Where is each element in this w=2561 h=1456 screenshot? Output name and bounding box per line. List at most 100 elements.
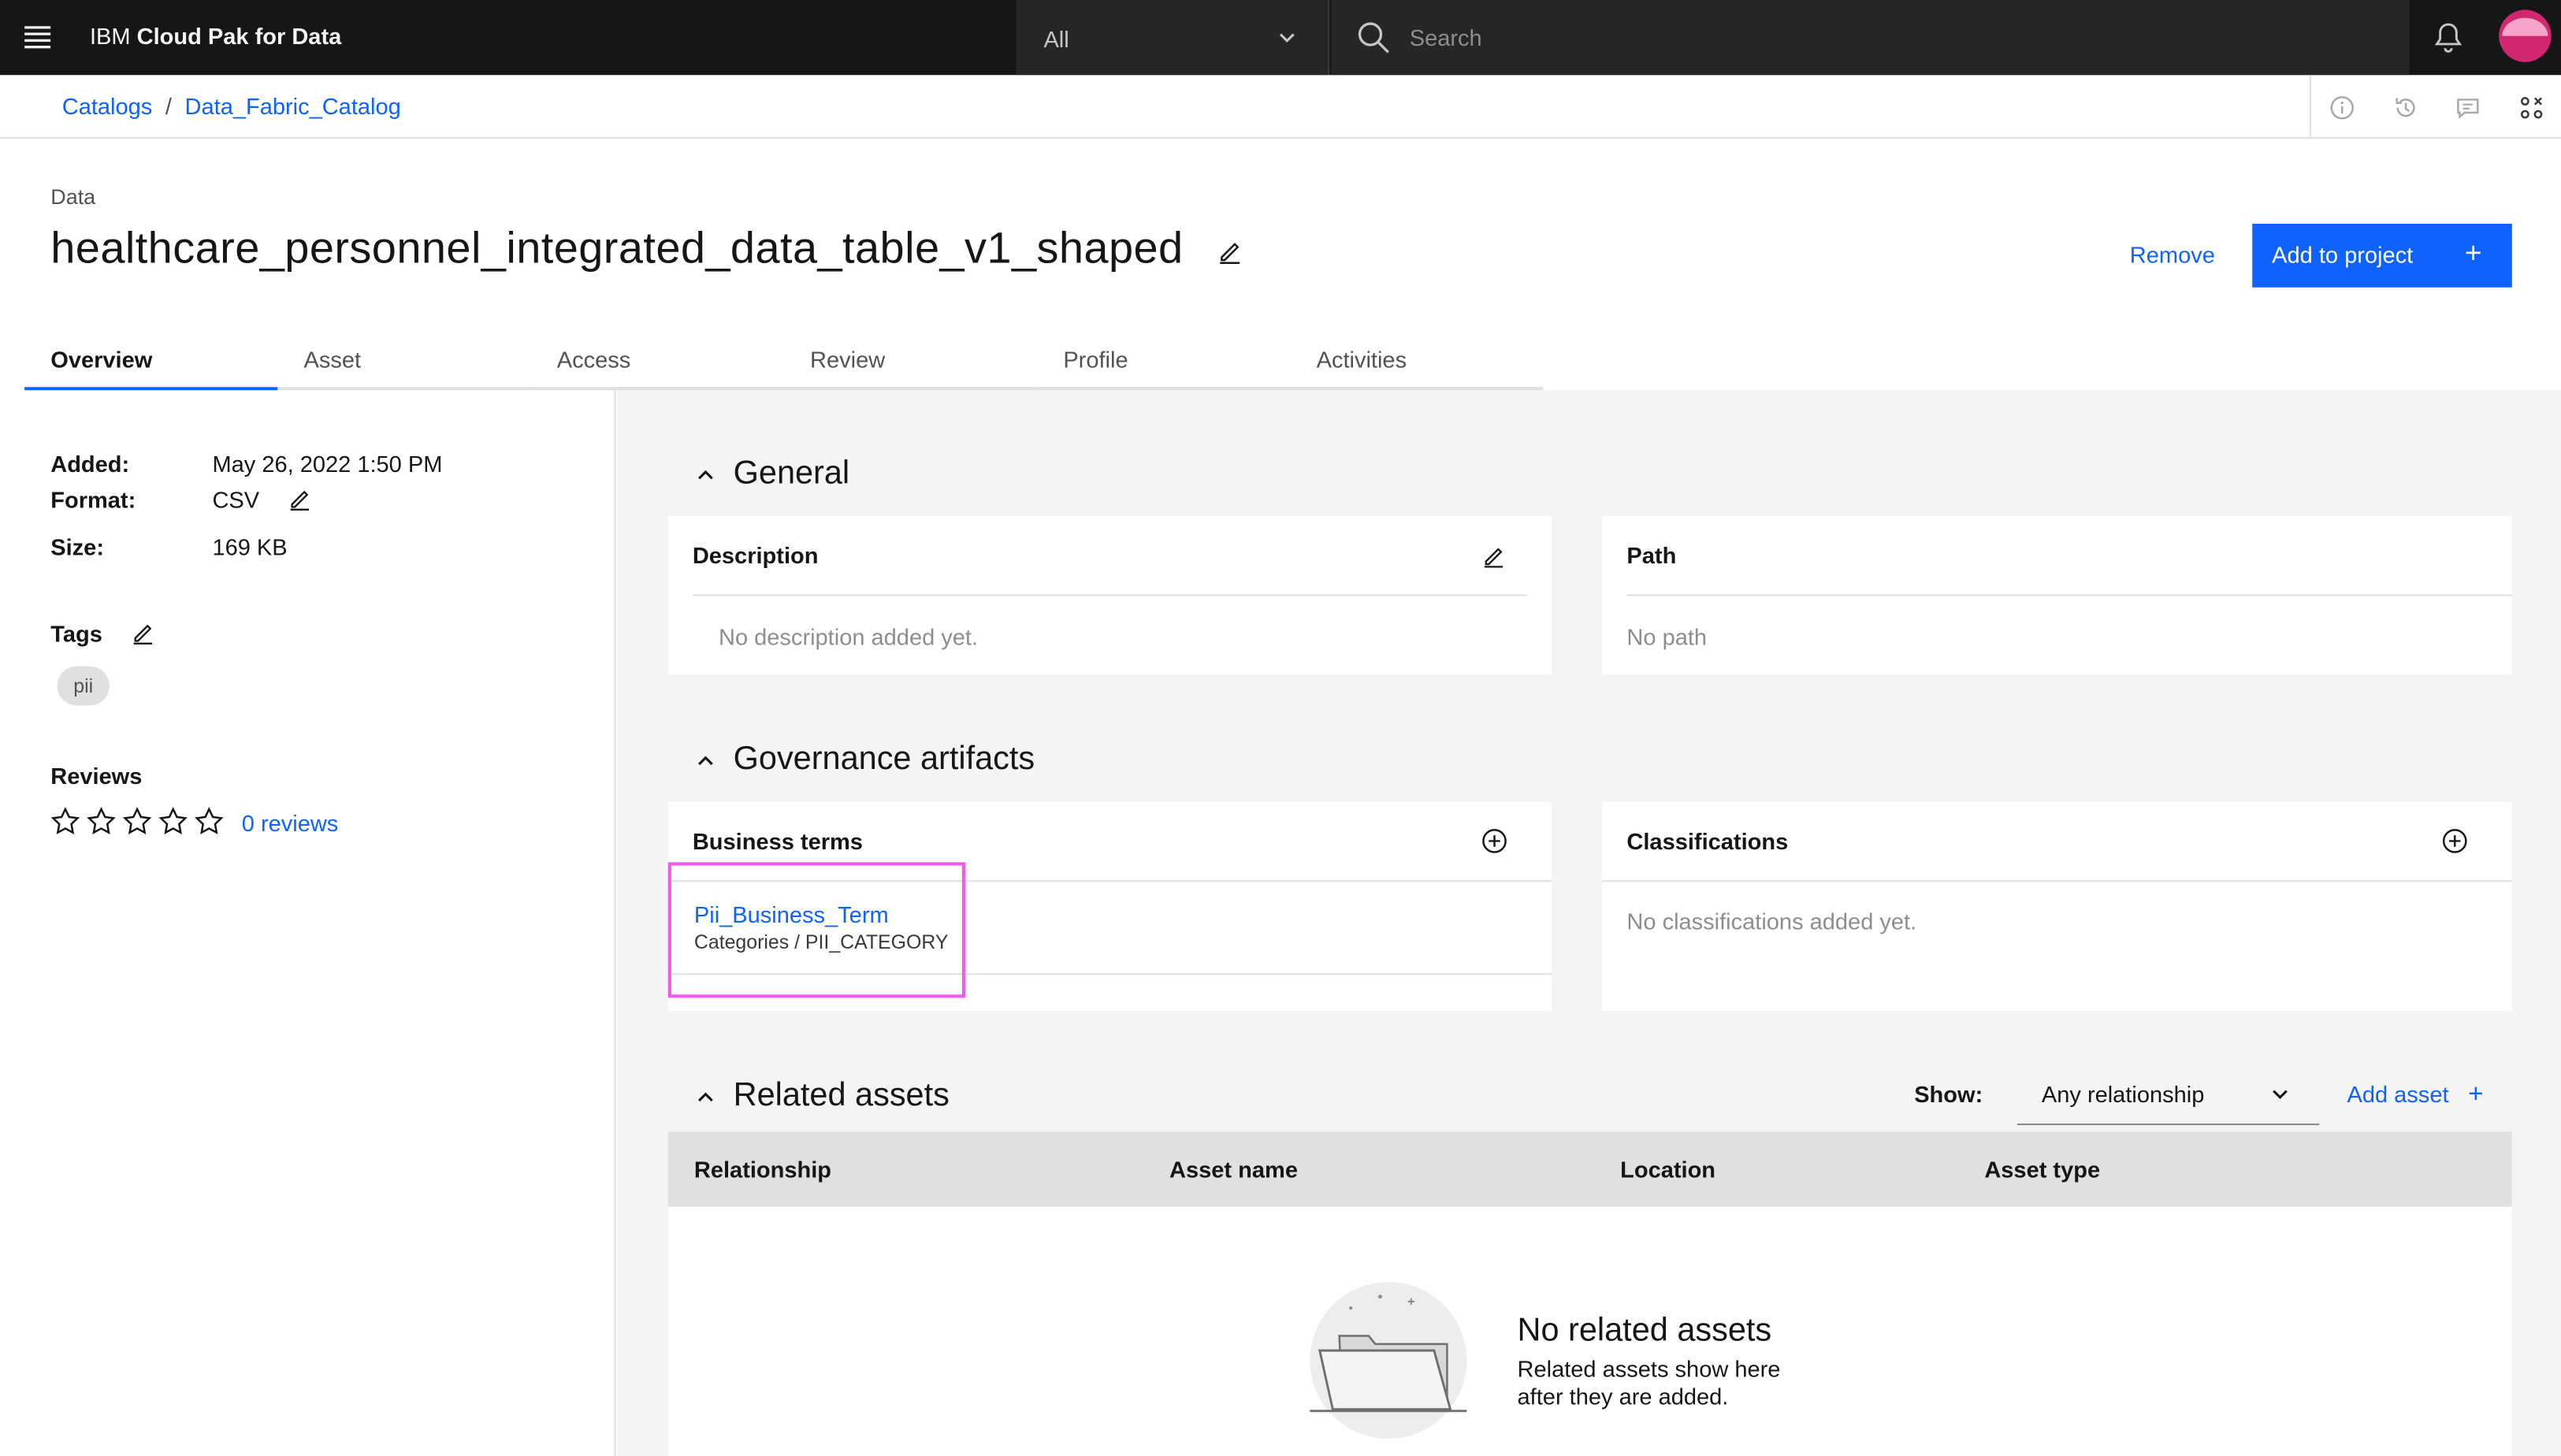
reviews-label: Reviews [50, 762, 143, 789]
path-label: Path [1626, 542, 1677, 569]
star-icon[interactable] [50, 807, 80, 836]
description-empty-text: No description added yet. [718, 623, 979, 650]
comment-icon[interactable] [2436, 75, 2500, 139]
divider [1626, 594, 2512, 596]
add-asset-label: Add asset [2347, 1081, 2449, 1108]
tab-label: Review [810, 346, 886, 373]
add-asset-button[interactable]: Add asset + [2347, 1081, 2483, 1110]
asset-type-label: Data [50, 184, 96, 210]
size-label: Size: [50, 533, 105, 560]
add-to-project-button[interactable]: Add to project + [2252, 223, 2512, 288]
plus-icon: + [2468, 1081, 2484, 1109]
edit-format-icon[interactable] [288, 487, 312, 511]
added-value: May 26, 2022 1:50 PM [212, 451, 443, 477]
tab-profile[interactable]: Profile [1037, 333, 1291, 391]
chevron-up-icon [698, 1091, 713, 1101]
business-term-category: Categories / PII_CATEGORY [693, 930, 949, 954]
divider [692, 594, 1527, 596]
brand-name: Cloud Pak for Data [136, 23, 342, 50]
global-search[interactable] [1331, 0, 2410, 76]
section-title: Governance artifacts [733, 741, 1035, 778]
edit-description-icon[interactable] [1481, 544, 1506, 568]
plus-icon: + [2464, 236, 2482, 269]
hamburger-menu-icon[interactable] [0, 0, 75, 75]
breadcrumb-data-fabric-catalog[interactable]: Data_Fabric_Catalog [185, 93, 401, 119]
classifications-label: Classifications [1626, 827, 1789, 855]
size-value: 169 KB [212, 533, 288, 560]
tab-activities[interactable]: Activities [1290, 333, 1544, 391]
related-assets-table-header: Relationship Asset name Location Asset t… [667, 1131, 2512, 1207]
general-section-toggle[interactable]: General [694, 455, 849, 493]
path-card: Path No path [1602, 515, 2512, 675]
section-title: General [733, 455, 850, 492]
format-value: CSV [212, 486, 260, 513]
added-label: Added: [50, 451, 130, 477]
column-header-location[interactable]: Location [1620, 1156, 1715, 1182]
notification-bell-icon[interactable] [2410, 0, 2485, 75]
settings-adjust-icon[interactable] [2500, 75, 2561, 139]
edit-tags-icon[interactable] [131, 621, 155, 645]
product-name[interactable]: IBM Cloud Pak for Data [90, 23, 341, 49]
edit-pencil-icon[interactable] [1217, 239, 1243, 265]
breadcrumb-catalogs[interactable]: Catalogs [62, 93, 153, 119]
empty-folder-illustration [1307, 1279, 1470, 1442]
top-navigation-bar: IBM Cloud Pak for Data All [0, 0, 2561, 76]
star-icon[interactable] [158, 807, 188, 836]
add-classification-icon[interactable] [2442, 828, 2468, 854]
governance-section-toggle[interactable]: Governance artifacts [694, 741, 1035, 779]
show-label: Show: [1914, 1081, 1983, 1108]
history-icon[interactable] [2374, 75, 2437, 139]
brand-prefix: IBM [89, 23, 131, 50]
tab-label: Profile [1063, 346, 1128, 373]
tab-label: Overview [50, 346, 153, 373]
add-business-term-icon[interactable] [1481, 828, 1507, 854]
search-input[interactable] [1409, 13, 2325, 62]
business-term-link[interactable]: Pii_Business_Term [694, 901, 889, 927]
chevron-up-icon [698, 755, 713, 765]
chevron-up-icon [698, 469, 713, 479]
star-icon[interactable] [195, 807, 224, 836]
relationship-filter-select[interactable]: Any relationship [2016, 1066, 2320, 1126]
tab-access[interactable]: Access [530, 333, 784, 391]
star-icon[interactable] [122, 807, 152, 836]
search-icon [1357, 21, 1389, 54]
breadcrumb: Catalogs / Data_Fabric_Catalog [62, 93, 401, 119]
tab-asset[interactable]: Asset [277, 333, 531, 391]
breadcrumb-separator: / [165, 93, 172, 120]
tags-label: Tags [50, 620, 102, 647]
empty-state-title: No related assets [1517, 1313, 1772, 1350]
add-to-project-label: Add to project [2272, 241, 2414, 268]
remove-button[interactable]: Remove [2130, 242, 2215, 268]
column-header-asset-type[interactable]: Asset type [1984, 1156, 2100, 1182]
related-assets-section-toggle[interactable]: Related assets [694, 1078, 950, 1116]
column-header-relationship[interactable]: Relationship [694, 1156, 831, 1182]
business-terms-label: Business terms [692, 827, 863, 855]
tab-label: Activities [1316, 346, 1407, 373]
scope-selected-value: All [1043, 26, 1069, 53]
highlight-box [667, 862, 965, 998]
reviews-link[interactable]: 0 reviews [242, 810, 339, 836]
empty-state-body: Related assets show here after they are … [1517, 1355, 1781, 1410]
search-scope-dropdown[interactable]: All [1016, 0, 1330, 76]
tab-label: Access [556, 346, 631, 373]
section-title: Related assets [733, 1077, 950, 1114]
tab-review[interactable]: Review [783, 333, 1038, 391]
description-label: Description [692, 542, 819, 569]
tab-overview[interactable]: Overview [24, 333, 278, 391]
star-rating [50, 807, 224, 836]
column-header-asset-name[interactable]: Asset name [1169, 1156, 1298, 1182]
chevron-down-icon [1277, 28, 1297, 47]
page-title: healthcare_personnel_integrated_data_tab… [50, 223, 1184, 273]
chevron-down-icon [2273, 1090, 2288, 1100]
classifications-empty-text: No classifications added yet. [1626, 908, 1917, 934]
info-icon[interactable] [2311, 75, 2374, 139]
user-avatar[interactable] [2499, 9, 2552, 62]
star-icon[interactable] [87, 807, 116, 836]
classifications-card: Classifications No classifications added… [1602, 801, 2512, 1012]
path-empty-text: No path [1626, 623, 1708, 650]
divider [1602, 880, 2512, 882]
tag-chip[interactable]: pii [57, 666, 110, 706]
tab-bar: Overview Asset Access Review Profile Act… [24, 333, 1544, 391]
format-label: Format: [50, 486, 136, 513]
breadcrumb-bar: Catalogs / Data_Fabric_Catalog [0, 75, 2561, 139]
